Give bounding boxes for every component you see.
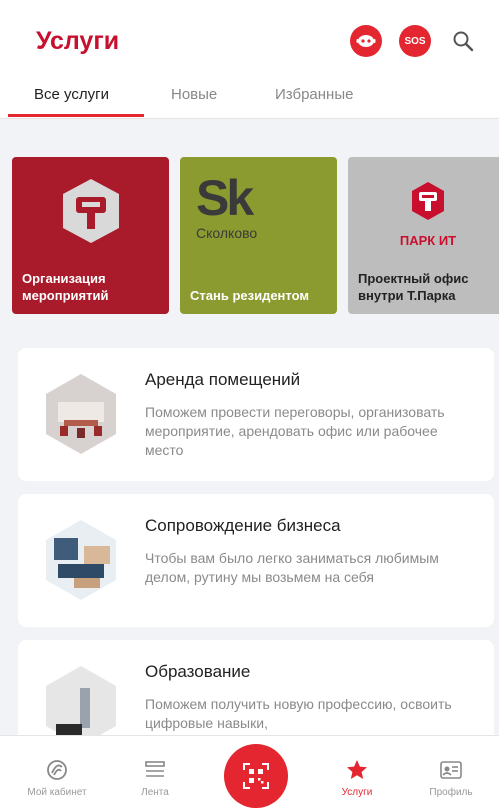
tile-project-office[interactable]: ПАРК ИТ Проектный офис внутри Т.Парка — [348, 157, 499, 314]
chat-bot-icon — [356, 35, 376, 47]
search-icon — [453, 31, 474, 52]
tile-label: Проектный офис внутри Т.Парка — [358, 271, 469, 303]
nav-my-cabinet[interactable]: Мой кабинет — [12, 736, 102, 809]
card-description: Поможем провести переговоры, организоват… — [145, 404, 445, 458]
card-title: Образование — [145, 662, 251, 681]
header: Услуги SOS Все услуги Новые Избранные — [0, 0, 499, 118]
tile-label: Стань резидентом — [190, 288, 309, 303]
tab-new[interactable]: Новые — [171, 86, 217, 103]
nav-label: Лента — [141, 787, 169, 798]
tabs-divider — [0, 118, 499, 119]
card-description: Поможем получить новую профессию, освоит… — [145, 696, 452, 731]
tab-all-services[interactable]: Все услуги — [34, 86, 109, 103]
page-title: Услуги — [36, 27, 120, 55]
app-screen: Услуги SOS Все услуги Новые Избранные Ор… — [0, 0, 499, 809]
service-card-education[interactable]: Образование Поможем получить новую профе… — [18, 640, 494, 750]
office-room-thumbnail — [46, 374, 116, 454]
search-button[interactable] — [447, 25, 479, 57]
featured-tiles: Организация мероприятий Sk Сколково Стан… — [12, 157, 499, 314]
card-title: Сопровождение бизнеса — [145, 516, 341, 535]
chat-button[interactable] — [350, 25, 382, 57]
tile-resident[interactable]: Sk Сколково Стань резидентом — [180, 157, 337, 314]
business-handshake-thumbnail — [46, 520, 116, 600]
feed-icon — [145, 761, 165, 777]
service-card-rent[interactable]: Аренда помещений Поможем провести перего… — [18, 348, 494, 481]
technopark-logo-icon — [63, 179, 119, 243]
sos-label: SOS — [404, 35, 426, 47]
profile-icon — [440, 761, 462, 779]
skolkovo-logo-icon: Sk Сколково — [196, 170, 258, 241]
nav-profile[interactable]: Профиль — [406, 736, 496, 809]
nav-label: Профиль — [429, 787, 473, 798]
tab-favorites[interactable]: Избранные — [275, 86, 353, 103]
qr-code-icon — [243, 763, 269, 789]
nav-feed[interactable]: Лента — [110, 736, 200, 809]
tile-events[interactable]: Организация мероприятий — [12, 157, 169, 314]
nav-services[interactable]: Услуги — [312, 736, 402, 809]
service-card-business-support[interactable]: Сопровождение бизнеса Чтобы вам было лег… — [18, 494, 494, 627]
nav-label: Мой кабинет — [27, 787, 87, 798]
active-tab-indicator — [8, 114, 144, 117]
sos-button[interactable]: SOS — [399, 25, 431, 57]
cabinet-icon — [47, 760, 67, 780]
card-description: Чтобы вам было легко заниматься любимым … — [145, 550, 439, 585]
nav-label: Услуги — [341, 787, 373, 798]
card-title: Аренда помещений — [145, 370, 301, 389]
tile-label: Организация мероприятий — [22, 271, 109, 303]
park-it-logo-icon — [412, 182, 444, 220]
tab-bar: Все услуги Новые Избранные — [0, 78, 499, 118]
star-icon — [347, 760, 367, 779]
qr-scan-button[interactable] — [224, 744, 288, 808]
